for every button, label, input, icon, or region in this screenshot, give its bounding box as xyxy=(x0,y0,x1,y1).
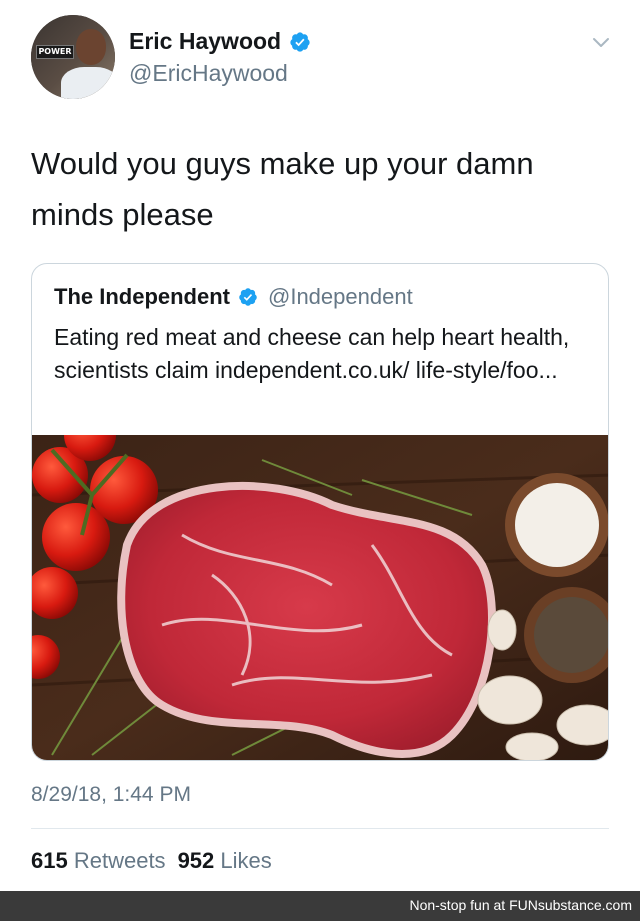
avatar[interactable]: POWER xyxy=(31,15,115,99)
author-name[interactable]: Eric Haywood xyxy=(129,28,281,55)
retweets-label: Retweets xyxy=(73,848,166,873)
quoted-author-handle: @Independent xyxy=(268,284,413,309)
likes-count: 952 xyxy=(177,848,215,873)
verified-badge-icon xyxy=(239,288,257,306)
avatar-sign: POWER xyxy=(36,45,74,59)
avatar-face xyxy=(76,29,106,65)
quoted-tweet-header: The Independent @Independent xyxy=(54,284,413,310)
watermark-footer: Non-stop fun at FUNsubstance.com xyxy=(0,891,640,921)
retweets-stat[interactable]: 615 Retweets xyxy=(31,848,166,874)
quoted-tweet-text: Eating red meat and cheese can help hear… xyxy=(54,324,570,383)
likes-stat[interactable]: 952 Likes xyxy=(178,848,272,874)
tweet-text: Would you guys make up your damn minds p… xyxy=(31,146,534,232)
author-handle[interactable]: @EricHaywood xyxy=(129,60,288,87)
quoted-tweet-card[interactable]: The Independent @Independent Eating red … xyxy=(31,263,609,761)
tweet-timestamp[interactable]: 8/29/18, 1:44 PM xyxy=(31,783,191,807)
quoted-tweet-image[interactable] xyxy=(32,435,609,761)
divider xyxy=(31,828,609,829)
likes-label: Likes xyxy=(220,848,272,873)
watermark-text: Non-stop fun at FUNsubstance.com xyxy=(409,897,632,913)
avatar-shirt xyxy=(61,67,115,99)
tweet-stats: 615 Retweets 952 Likes xyxy=(31,848,272,874)
author-name-row[interactable]: Eric Haywood xyxy=(129,28,311,55)
verified-badge-icon xyxy=(290,31,310,52)
quoted-author-name: The Independent xyxy=(54,284,230,309)
retweets-count: 615 xyxy=(31,848,68,873)
chevron-down-icon[interactable] xyxy=(591,36,611,50)
